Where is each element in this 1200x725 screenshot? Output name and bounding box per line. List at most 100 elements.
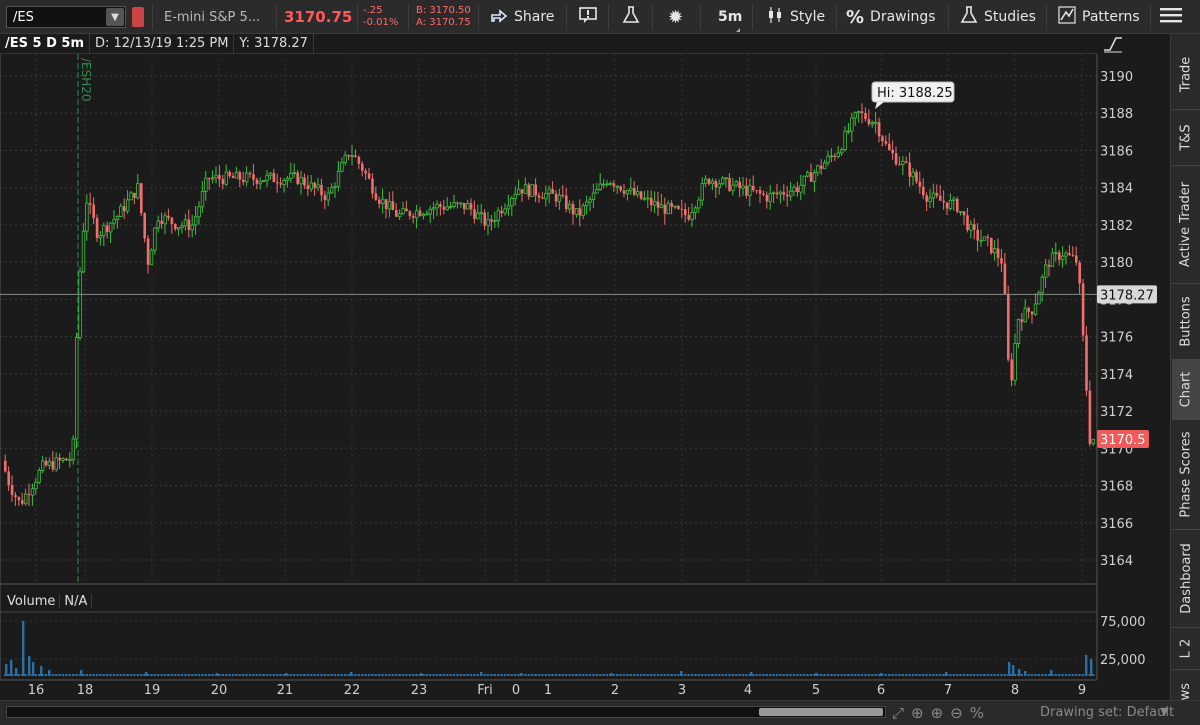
candle-body-up (350, 155, 354, 158)
volume-bar (653, 674, 656, 676)
volume-bar (663, 674, 666, 676)
ask-price: A: 3170.75 (416, 17, 471, 28)
toolbar-divider (408, 4, 409, 30)
sidebar-tab-phase-scores[interactable]: Phase Scores (1172, 420, 1200, 530)
percent-icon[interactable]: % (970, 704, 984, 722)
volume-bar (401, 674, 405, 676)
volume-bar (884, 674, 887, 676)
last-price-label: 3170.5 (1100, 433, 1146, 448)
volume-bar (231, 674, 235, 676)
sidebar-tab-trade[interactable]: Trade (1172, 40, 1200, 110)
time-tick-label: Fri (477, 683, 493, 698)
candle-body-up (846, 130, 851, 133)
link-color-indicator[interactable] (132, 7, 144, 27)
zoom-out-icon[interactable]: ⊖ (950, 704, 963, 722)
price-tick-label: 3176 (1100, 331, 1133, 346)
volume-bar (1047, 674, 1051, 676)
expand-icon[interactable]: ⤢ (892, 704, 904, 722)
patterns-button[interactable]: Patterns (1058, 0, 1140, 34)
volume-study-name[interactable]: Volume (3, 593, 61, 609)
volume-bar (82, 674, 85, 676)
candle-body-up (459, 202, 463, 205)
settings-button[interactable]: ✹ (668, 0, 683, 34)
candle-body-down (306, 185, 310, 190)
volume-bar (466, 674, 469, 676)
volume-bar (755, 674, 758, 676)
symbol-dropdown-button[interactable]: ▼ (106, 8, 124, 26)
volume-bar (191, 674, 194, 676)
timeframe-button[interactable]: 5m (718, 0, 742, 34)
volume-bar (34, 674, 37, 676)
volume-bar (996, 674, 1000, 676)
volume-bar (143, 674, 146, 676)
volume-bar (956, 674, 959, 676)
volume-bar (1034, 674, 1037, 676)
candle-body-down (405, 208, 408, 212)
volume-bar (344, 674, 347, 676)
candle-body-down (680, 208, 684, 210)
sidebar-tab-t-s[interactable]: T&S (1172, 110, 1200, 166)
volume-bar (939, 674, 942, 676)
crosshair-icon[interactable]: ⊕ (911, 704, 924, 722)
candle-body-down (106, 225, 109, 232)
volume-bar (1092, 674, 1095, 676)
drawing-set-selector[interactable]: Drawing set: Default (1040, 705, 1174, 720)
sidebar-tab-buttons[interactable]: Buttons (1172, 284, 1200, 360)
candle (1007, 285, 1010, 362)
scrollbar-thumb[interactable] (759, 708, 883, 716)
volume-bar (667, 674, 670, 676)
volume-bar (425, 674, 428, 676)
volume-bar (990, 674, 993, 676)
candle-body-up (741, 185, 745, 189)
volume-bar (92, 674, 95, 676)
more-button[interactable] (1160, 0, 1182, 34)
volume-bar (418, 674, 422, 676)
drawings-button[interactable]: % Drawings (846, 0, 936, 34)
volume-bar (507, 674, 510, 676)
alert-button[interactable] (578, 0, 598, 34)
chart-symbol-label[interactable]: /ES 5 D 5m (0, 33, 90, 54)
candle-body-up (1054, 252, 1058, 254)
volume-bar (1007, 674, 1010, 676)
candle-body-up (37, 470, 41, 483)
sidebar-tab-active-trader[interactable]: Active Trader (1172, 166, 1200, 284)
volume-series (4, 621, 1095, 676)
candle-body-down (684, 209, 687, 216)
candle-body-down (554, 193, 558, 202)
volume-bar (500, 674, 503, 676)
candle-body-down (133, 192, 136, 198)
volume-bar (718, 674, 721, 676)
sidebar-tab-chart[interactable]: Chart (1172, 360, 1200, 420)
style-button[interactable]: Style (766, 0, 825, 34)
zoom-in-icon[interactable]: ⊕ (931, 704, 944, 722)
volume-bar (150, 674, 153, 676)
candle-body-down (238, 172, 242, 180)
chevron-down-icon[interactable]: ▼ (1160, 705, 1168, 718)
chart-style-icon[interactable] (1100, 34, 1126, 54)
candle (1085, 326, 1088, 397)
share-button[interactable]: Share (490, 0, 554, 34)
candle-body-up (1091, 438, 1095, 445)
time-scrollbar[interactable] (6, 706, 886, 718)
candle-body-down (918, 181, 922, 187)
volume-bar (432, 674, 435, 676)
sidebar-tab-l-2[interactable]: L 2 (1172, 628, 1200, 670)
candle-body-up (340, 162, 344, 172)
volume-bar (1024, 674, 1027, 676)
toolbar-divider (152, 4, 153, 30)
candle-body-down (248, 173, 252, 175)
volume-bar (687, 674, 690, 676)
thinkback-button[interactable] (622, 0, 640, 34)
volume-bar (1020, 674, 1023, 676)
candle-body-up (333, 186, 337, 188)
volume-bar (75, 674, 78, 676)
sidebar-tab-dashboard[interactable]: Dashboard (1172, 530, 1200, 628)
menu-icon (1160, 7, 1182, 27)
candle-body-up (282, 180, 286, 185)
volume-bar (116, 674, 119, 676)
time-tick-label: 3 (678, 683, 686, 698)
price-chart[interactable]: /ESH20 316431663168317031723174317631783… (0, 54, 1170, 700)
volume-bar (894, 674, 898, 676)
studies-button[interactable]: Studies (960, 0, 1036, 34)
candle-body-down (656, 201, 660, 208)
